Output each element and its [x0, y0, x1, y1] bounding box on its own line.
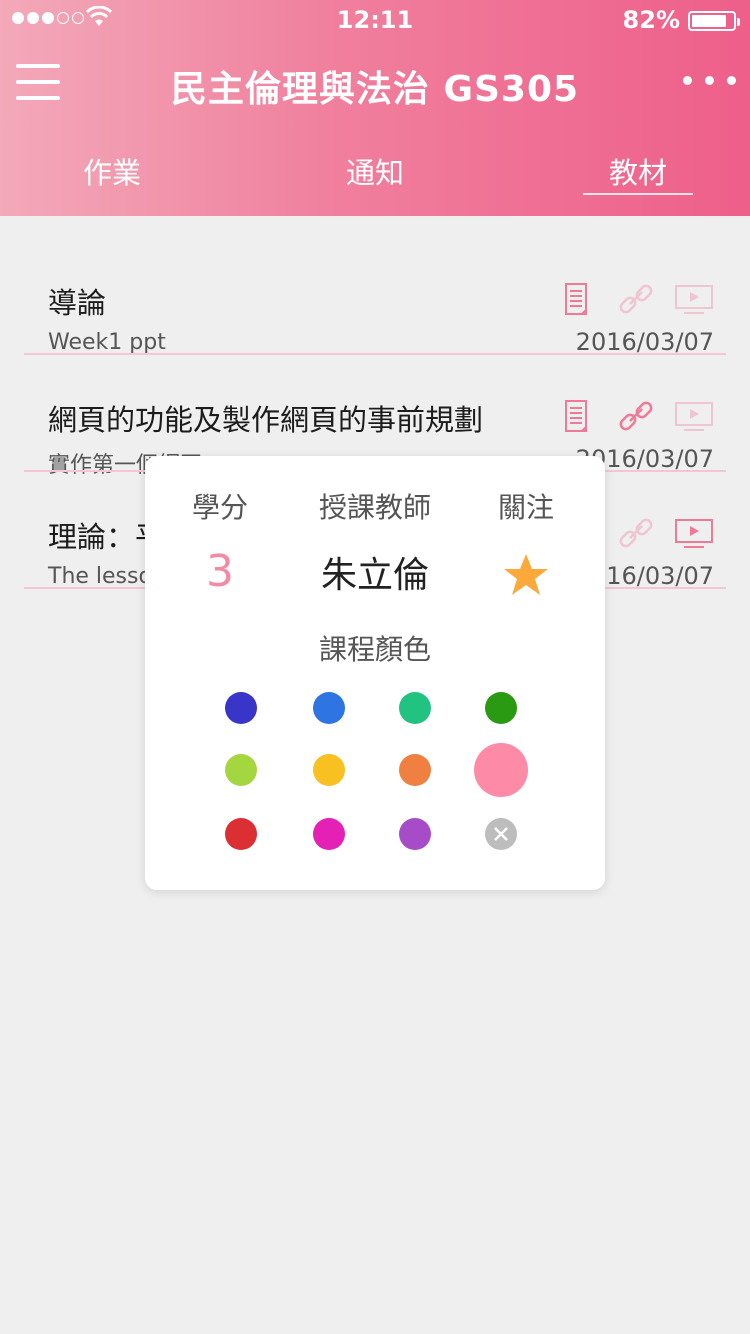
- color-swatch[interactable]: [225, 818, 257, 850]
- tab-assignments[interactable]: 作業: [32, 150, 192, 192]
- item-icons: [558, 399, 714, 435]
- link-icon[interactable]: [616, 399, 656, 435]
- document-icon[interactable]: [558, 282, 598, 318]
- battery-icon: [688, 11, 740, 31]
- item-subtitle: Week1 ppt: [48, 330, 166, 355]
- follow-label: 關注: [497, 491, 554, 524]
- app-header: 12:11 82% 民主倫理與法治 GS305 作業 通知 教材: [0, 0, 750, 216]
- item-title: 網頁的功能及製作網頁的事前規劃: [48, 403, 484, 437]
- active-tab-indicator: [583, 193, 693, 195]
- teacher-label: 授課教師: [318, 491, 431, 524]
- clear-color-icon[interactable]: [485, 818, 517, 850]
- credits-value: 3: [206, 546, 234, 597]
- color-swatch-selected[interactable]: [474, 743, 528, 797]
- document-icon[interactable]: [558, 399, 598, 435]
- item-subtitle: The lesso: [48, 564, 152, 589]
- battery-percent: 82%: [622, 6, 680, 34]
- color-swatch[interactable]: [313, 692, 345, 724]
- video-icon[interactable]: [674, 516, 714, 552]
- color-swatch[interactable]: [399, 754, 431, 786]
- video-icon[interactable]: [674, 282, 714, 318]
- course-info-popup: 學分 授課教師 關注 3 朱立倫 課程顏色: [145, 456, 605, 890]
- page-title: 民主倫理與法治 GS305: [170, 69, 580, 110]
- list-item[interactable]: 導論 Week1 ppt 2016/03/07: [0, 238, 750, 356]
- color-swatch[interactable]: [399, 692, 431, 724]
- tab-notifications[interactable]: 通知: [295, 150, 455, 192]
- color-swatch[interactable]: [313, 818, 345, 850]
- more-options-icon[interactable]: [683, 76, 736, 85]
- status-bar: 12:11 82%: [0, 0, 750, 40]
- tab-materials[interactable]: 教材: [558, 150, 718, 192]
- video-icon[interactable]: [674, 399, 714, 435]
- color-swatch[interactable]: [313, 754, 345, 786]
- teacher-value: 朱立倫: [320, 555, 429, 596]
- link-icon[interactable]: [616, 516, 656, 552]
- star-icon[interactable]: [501, 552, 551, 598]
- color-swatch[interactable]: [225, 692, 257, 724]
- link-icon[interactable]: [616, 282, 656, 318]
- item-title: 導論: [48, 286, 107, 320]
- color-swatch[interactable]: [225, 754, 257, 786]
- credits-label: 學分: [191, 491, 248, 524]
- course-color-label: 課程顏色: [318, 633, 431, 666]
- color-swatch[interactable]: [399, 818, 431, 850]
- item-icons: [558, 282, 714, 318]
- color-swatch[interactable]: [485, 692, 517, 724]
- item-date: 2016/03/07: [575, 328, 714, 356]
- list-item[interactable]: 網頁的功能及製作網頁的事前規劃 實作第一個網頁 2016/03/07: [0, 355, 750, 478]
